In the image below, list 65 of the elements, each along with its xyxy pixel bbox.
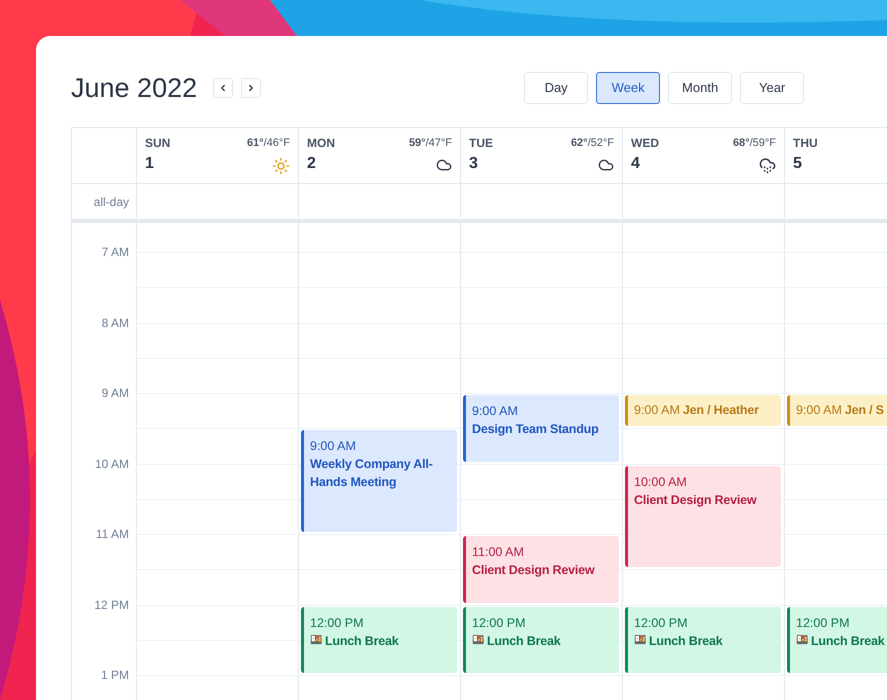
previous-button[interactable]	[213, 78, 234, 98]
weather-reading: 61°/46°F	[246, 136, 290, 151]
cloud-icon	[598, 157, 614, 173]
event-title: Client Design Review	[634, 492, 756, 508]
calendar-event[interactable]: 12:00 PM 🍱 Lunch Break	[625, 606, 781, 673]
event-time: 10:00 AM	[634, 474, 687, 490]
day-name: SUN	[145, 135, 170, 151]
rain-cloud-icon	[759, 157, 776, 174]
day-name: MON	[307, 135, 335, 151]
all-day-label: all-day	[94, 194, 129, 210]
hour-label: 12 PM	[94, 596, 129, 614]
event-title: Lunch Break	[811, 632, 885, 650]
calendar-event[interactable]: 11:00 AM Client Design Review	[463, 536, 619, 602]
day-date: 2	[307, 154, 317, 174]
bento-box-icon: 🍱	[634, 636, 646, 646]
sun-icon	[272, 157, 290, 175]
event-time: 12:00 PM	[310, 614, 364, 632]
hour-label: 1 PM	[100, 667, 129, 684]
weather-reading: 68°/59°F	[732, 136, 776, 151]
event-time: 9:00 AM	[472, 403, 518, 420]
bento-box-icon: 🍱	[472, 636, 484, 646]
event-time: 9:00 AM	[310, 438, 356, 456]
event-time: 11:00 AM	[472, 544, 524, 561]
event-title: Client Design Review	[472, 562, 594, 579]
hour-label: 9 AM	[102, 385, 129, 402]
event-time: 9:00 AM	[634, 402, 680, 420]
month-title: June 2022	[71, 74, 198, 102]
event-title: Lunch Break	[487, 632, 561, 650]
event-title: Lunch Break	[325, 632, 399, 650]
event-time: 9:00 AM	[796, 402, 842, 420]
event-time: 12:00 PM	[634, 614, 688, 632]
bento-box-icon: 🍱	[796, 636, 808, 646]
event-title: Jen / S	[844, 402, 884, 420]
calendar-event[interactable]: 10:00 AM Client Design Review	[625, 466, 781, 568]
cloud-icon	[436, 157, 452, 173]
weather-reading: 62°/52°F	[570, 136, 614, 151]
hour-label: 7 AM	[102, 244, 129, 261]
day-date: 1	[145, 154, 155, 174]
event-title: Design Team Standup	[472, 421, 599, 438]
day-date: 4	[631, 154, 641, 174]
event-title: Lunch Break	[649, 632, 723, 650]
event-title: Weekly Company All-Hands Meeting	[310, 456, 434, 492]
hour-label: 11 AM	[96, 526, 129, 543]
bento-box-icon: 🍱	[310, 636, 322, 646]
event-time: 12:00 PM	[472, 614, 526, 632]
view-tab[interactable]: Day	[524, 72, 588, 104]
calendar-event[interactable]: 12:00 PM 🍱 Lunch Break	[463, 606, 619, 673]
weather-reading: 59°/47°F	[408, 136, 452, 151]
day-name: WED	[631, 135, 659, 151]
calendar-event[interactable]: 12:00 PM 🍱 Lunch Break	[301, 606, 457, 673]
day-name: TUE	[469, 135, 493, 151]
hour-label: 10 AM	[94, 456, 129, 472]
event-time: 12:00 PM	[796, 614, 850, 632]
view-tab[interactable]: Year	[740, 72, 804, 104]
event-title: Jen / Heather	[682, 402, 759, 420]
calendar-event[interactable]: 9:00 AM Weekly Company All-Hands Meeting	[301, 430, 457, 532]
day-date: 3	[469, 154, 479, 174]
next-button[interactable]	[241, 78, 262, 98]
view-tab[interactable]: Week	[596, 72, 660, 104]
hour-label: 8 AM	[102, 314, 129, 332]
calendar-event[interactable]: 12:00 PM 🍱 Lunch Break	[787, 606, 887, 673]
view-tab[interactable]: Month	[668, 72, 732, 104]
day-date: 5	[793, 154, 803, 174]
day-name: THU	[793, 135, 818, 151]
calendar-event[interactable]: 9:00 AM Design Team Standup	[463, 395, 619, 462]
